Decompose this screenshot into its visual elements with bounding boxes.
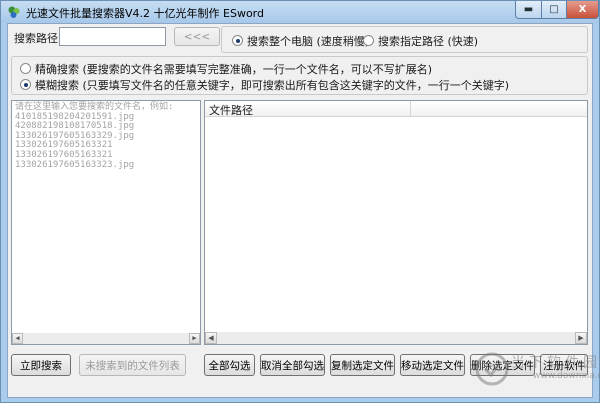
watermark-text: 当下软件园 [511,355,600,371]
minimize-button[interactable]: ▬ [515,1,542,19]
copy-selected-button[interactable]: 复制选定文件 [330,354,395,376]
maximize-icon: □ [549,4,559,15]
scroll-left-icon[interactable]: ◀ [12,333,23,344]
client-area: 搜索路径 <<< 搜索整个电脑 (速度稍慢) 搜索指定路径 (快速) 精确搜索 … [7,23,593,398]
column-separator[interactable] [410,101,411,116]
browse-path-button[interactable]: <<< [174,27,220,46]
scroll-right-icon[interactable]: ▶ [575,332,587,344]
scope-whole-pc-radio[interactable] [232,35,243,46]
scope-specified-path-label[interactable]: 搜索指定路径 (快速) [378,33,478,49]
file-names-input[interactable]: 请在这里输入您要搜索的文件名，例如: 410185198204201591.jp… [11,100,201,345]
close-button[interactable]: X [566,1,599,19]
window-title: 光速文件批量搜索器V4.2 十亿光年制作 ESword [26,7,264,20]
watermark-url: www.downxia.com [533,371,600,381]
search-path-input[interactable] [59,27,166,46]
scope-specified-path-radio[interactable] [363,35,374,46]
deselect-all-button[interactable]: 取消全部勾选 [260,354,325,376]
app-window: 光速文件批量搜索器V4.2 十亿光年制作 ESword ▬ □ X 搜索路径 <… [0,0,600,403]
names-horizontal-scrollbar[interactable]: ◀ ▶ [12,333,200,344]
scroll-left-icon[interactable]: ◀ [205,332,217,344]
search-mode-group: 精确搜索 (要搜索的文件名需要填写完整准确，一行一个文件名，可以不写扩展名) 模… [11,56,588,95]
scope-whole-pc-label[interactable]: 搜索整个电脑 (速度稍慢) [247,33,369,49]
placeholder-line: 133026197605163323.jpg [15,159,135,170]
minimize-icon: ▬ [523,4,534,15]
title-bar[interactable]: 光速文件批量搜索器V4.2 十亿光年制作 ESword ▬ □ X [1,1,599,23]
scroll-right-icon[interactable]: ▶ [189,333,200,344]
mode-exact-label[interactable]: 精确搜索 (要搜索的文件名需要填写完整准确，一行一个文件名，可以不写扩展名) [35,61,432,77]
select-all-button[interactable]: 全部勾选 [204,354,255,376]
app-icon [8,6,20,18]
mode-fuzzy-label[interactable]: 模糊搜索 (只要填写文件名的任意关键字，即可搜索出所有包含这关键字的文件，一行一… [35,77,509,93]
column-file-path[interactable]: 文件路径 [209,102,253,118]
watermark-logo-icon [475,352,509,386]
close-icon: X [578,4,587,15]
results-horizontal-scrollbar[interactable]: ◀ ▶ [205,332,587,344]
results-list[interactable]: 文件路径 ◀ ▶ [204,100,588,345]
mode-fuzzy-radio[interactable] [20,79,31,90]
results-header: 文件路径 [205,101,587,117]
maximize-button[interactable]: □ [541,1,567,19]
not-found-list-button[interactable]: 未搜索到的文件列表 [79,354,186,376]
mode-exact-radio[interactable] [20,63,31,74]
search-path-label: 搜索路径 [14,32,58,45]
site-watermark: 当下软件园 www.downxia.com [471,350,600,400]
move-selected-button[interactable]: 移动选定文件 [400,354,465,376]
search-scope-group: 搜索整个电脑 (速度稍慢) 搜索指定路径 (快速) [221,26,588,53]
search-now-button[interactable]: 立即搜索 [11,354,71,376]
